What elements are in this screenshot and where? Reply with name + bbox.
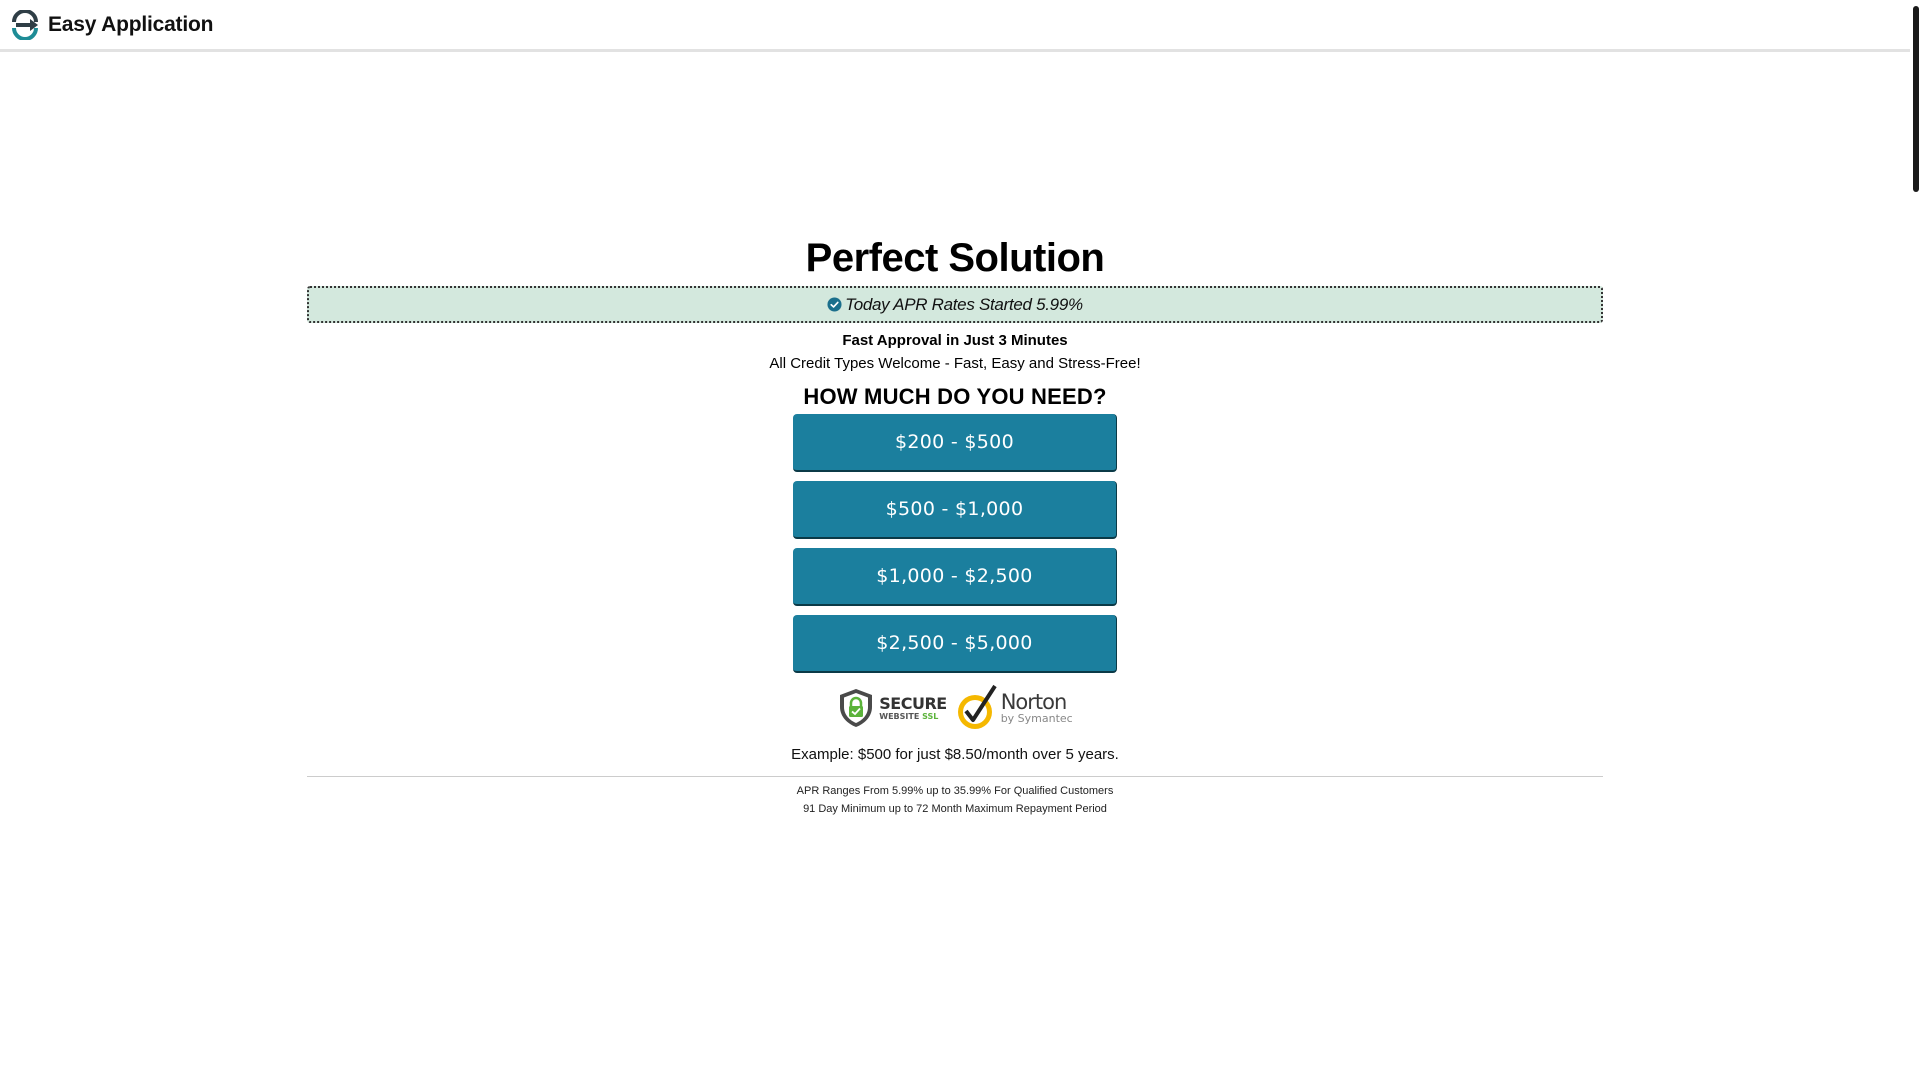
ssl-badge-title: SECURE bbox=[879, 693, 947, 713]
norton-check-icon bbox=[957, 684, 997, 729]
credit-types-text: All Credit Types Welcome - Fast, Easy an… bbox=[769, 355, 1141, 372]
norton-badge-subtitle: by Symantec bbox=[1000, 712, 1073, 725]
trust-badges: SECURE WEBSITE SSL Norton by Symantec bbox=[837, 682, 1073, 734]
amount-button-2500-5000[interactable]: $2,500 - $5,000 bbox=[793, 615, 1117, 673]
amount-button-500-1000[interactable]: $500 - $1,000 bbox=[793, 481, 1117, 539]
brand-name[interactable]: Easy Application bbox=[48, 13, 213, 37]
page-title: Perfect Solution bbox=[805, 236, 1105, 280]
apr-range-text: APR Ranges From 5.99% up to 35.99% For Q… bbox=[796, 785, 1114, 797]
disclaimer: APR Ranges From 5.99% up to 35.99% For Q… bbox=[797, 782, 1114, 818]
apr-rate-text: Today APR Rates Started 5.99% bbox=[845, 294, 1083, 314]
norton-badge-title: Norton bbox=[1000, 690, 1068, 714]
ssl-badge-subtitle: WEBSITE SSL bbox=[879, 711, 939, 721]
amount-options: $200 - $500 $500 - $1,000 $1,000 - $2,50… bbox=[793, 414, 1117, 682]
section-divider bbox=[307, 776, 1603, 777]
fast-approval-text: Fast Approval in Just 3 Minutes bbox=[842, 332, 1068, 349]
amount-button-200-500[interactable]: $200 - $500 bbox=[793, 414, 1117, 472]
shield-lock-icon bbox=[840, 689, 873, 727]
main-content: Perfect Solution Today APR Rates Started… bbox=[307, 232, 1603, 818]
scrollbar-thumb[interactable] bbox=[1913, 6, 1919, 192]
site-header: Easy Application bbox=[0, 0, 1910, 52]
check-circle-icon bbox=[827, 297, 842, 312]
secure-ssl-badge: SECURE WEBSITE SSL bbox=[837, 687, 947, 729]
amount-question-heading: HOW MUCH DO YOU NEED? bbox=[803, 384, 1107, 409]
norton-badge: Norton by Symantec bbox=[955, 684, 1073, 732]
repayment-period-text: 91 Day Minimum up to 72 Month Maximum Re… bbox=[803, 803, 1107, 815]
apr-banner: Today APR Rates Started 5.99% bbox=[307, 286, 1603, 323]
arrow-circle-logo-icon[interactable] bbox=[10, 9, 40, 40]
amount-button-1000-2500[interactable]: $1,000 - $2,500 bbox=[793, 548, 1117, 606]
scrollbar[interactable] bbox=[1910, 0, 1920, 1080]
payment-example-text: Example: $500 for just $8.50/month over … bbox=[791, 746, 1119, 763]
